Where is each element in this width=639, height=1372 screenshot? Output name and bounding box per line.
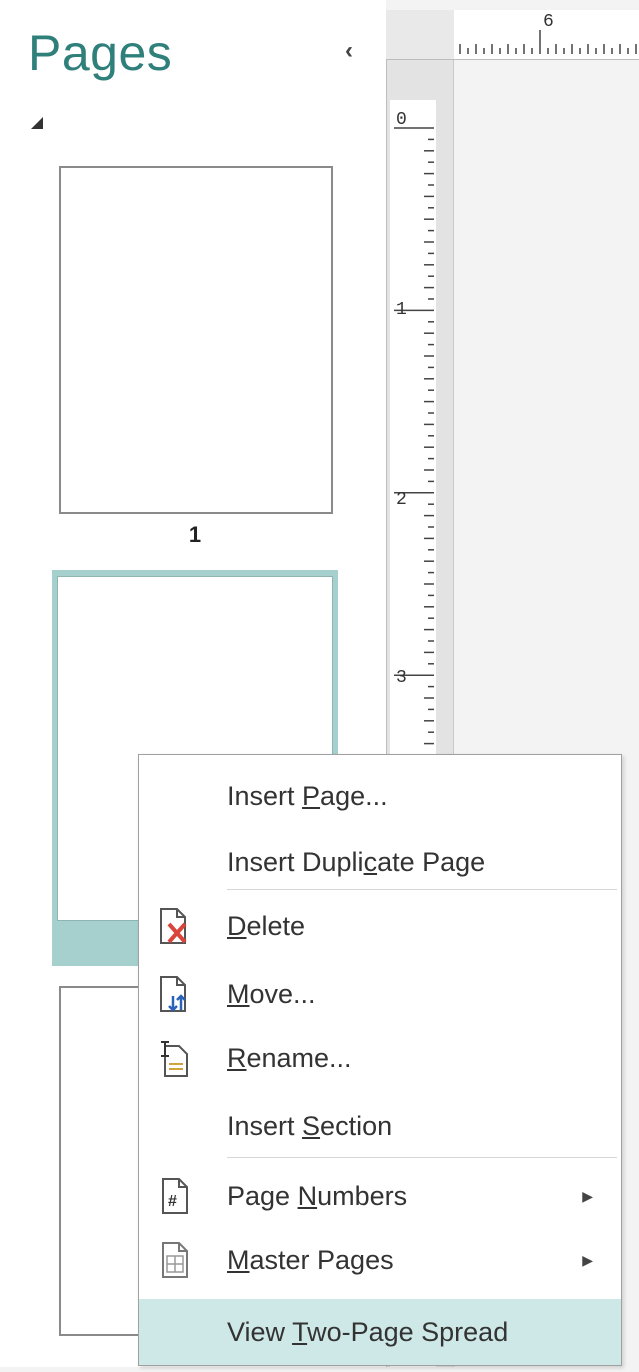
rename-page-icon <box>157 1038 191 1078</box>
menu-item-label: Insert Page... <box>227 780 388 811</box>
menu-item-label: Insert Section <box>227 1110 393 1141</box>
menu-separator <box>227 889 617 890</box>
menu-item-insert-section[interactable]: Insert Section <box>139 1093 621 1159</box>
menu-separator <box>227 1157 617 1158</box>
submenu-arrow-icon: ▶ <box>582 1187 593 1204</box>
collapse-pane-button[interactable]: ‹ <box>336 37 362 64</box>
menu-item-label: Page Numbers <box>227 1180 408 1211</box>
ruler-mark-1: 1 <box>396 300 407 320</box>
chevron-left-icon: ‹ <box>345 37 353 64</box>
menu-item-delete[interactable]: Delete <box>139 893 621 959</box>
ruler-mark-0: 0 <box>396 110 407 130</box>
section-expand-triangle-icon[interactable] <box>30 116 44 130</box>
menu-item-insert-duplicate-page[interactable]: Insert Duplicate Page <box>139 829 621 895</box>
ruler-mark-3: 3 <box>396 668 407 688</box>
horizontal-ruler-page-area: 6 <box>454 10 639 60</box>
menu-item-label: Master Pages <box>227 1244 394 1275</box>
ruler-mark-2: 2 <box>396 490 407 510</box>
page-context-menu: Insert Page... Insert Duplicate Page Del… <box>138 754 622 1366</box>
page-thumbnail-label: 1 <box>188 522 202 547</box>
submenu-arrow-icon: ▶ <box>582 1251 593 1268</box>
menu-item-insert-page[interactable]: Insert Page... <box>139 763 621 829</box>
menu-item-page-numbers[interactable]: # Page Numbers ▶ <box>139 1163 621 1229</box>
menu-item-rename[interactable]: Rename... <box>139 1025 621 1091</box>
master-pages-icon <box>157 1240 191 1280</box>
page-numbers-icon: # <box>157 1176 191 1216</box>
move-page-icon <box>157 974 191 1014</box>
page-thumbnail-1[interactable] <box>59 166 333 514</box>
menu-item-view-two-page-spread[interactable]: View Two-Page Spread <box>139 1299 621 1365</box>
menu-item-label: Insert Duplicate Page <box>227 846 486 877</box>
menu-item-label: Rename... <box>227 1042 352 1073</box>
ruler-mark-6: 6 <box>543 12 554 32</box>
svg-text:#: # <box>168 1193 177 1210</box>
delete-page-icon <box>157 906 191 946</box>
menu-item-move[interactable]: Move... <box>139 961 621 1027</box>
menu-item-label: Move... <box>227 978 316 1009</box>
pane-title: Pages <box>28 25 173 81</box>
menu-item-label: View Two-Page Spread <box>227 1316 509 1347</box>
menu-item-master-pages[interactable]: Master Pages ▶ <box>139 1227 621 1293</box>
menu-item-label: Delete <box>227 910 306 941</box>
